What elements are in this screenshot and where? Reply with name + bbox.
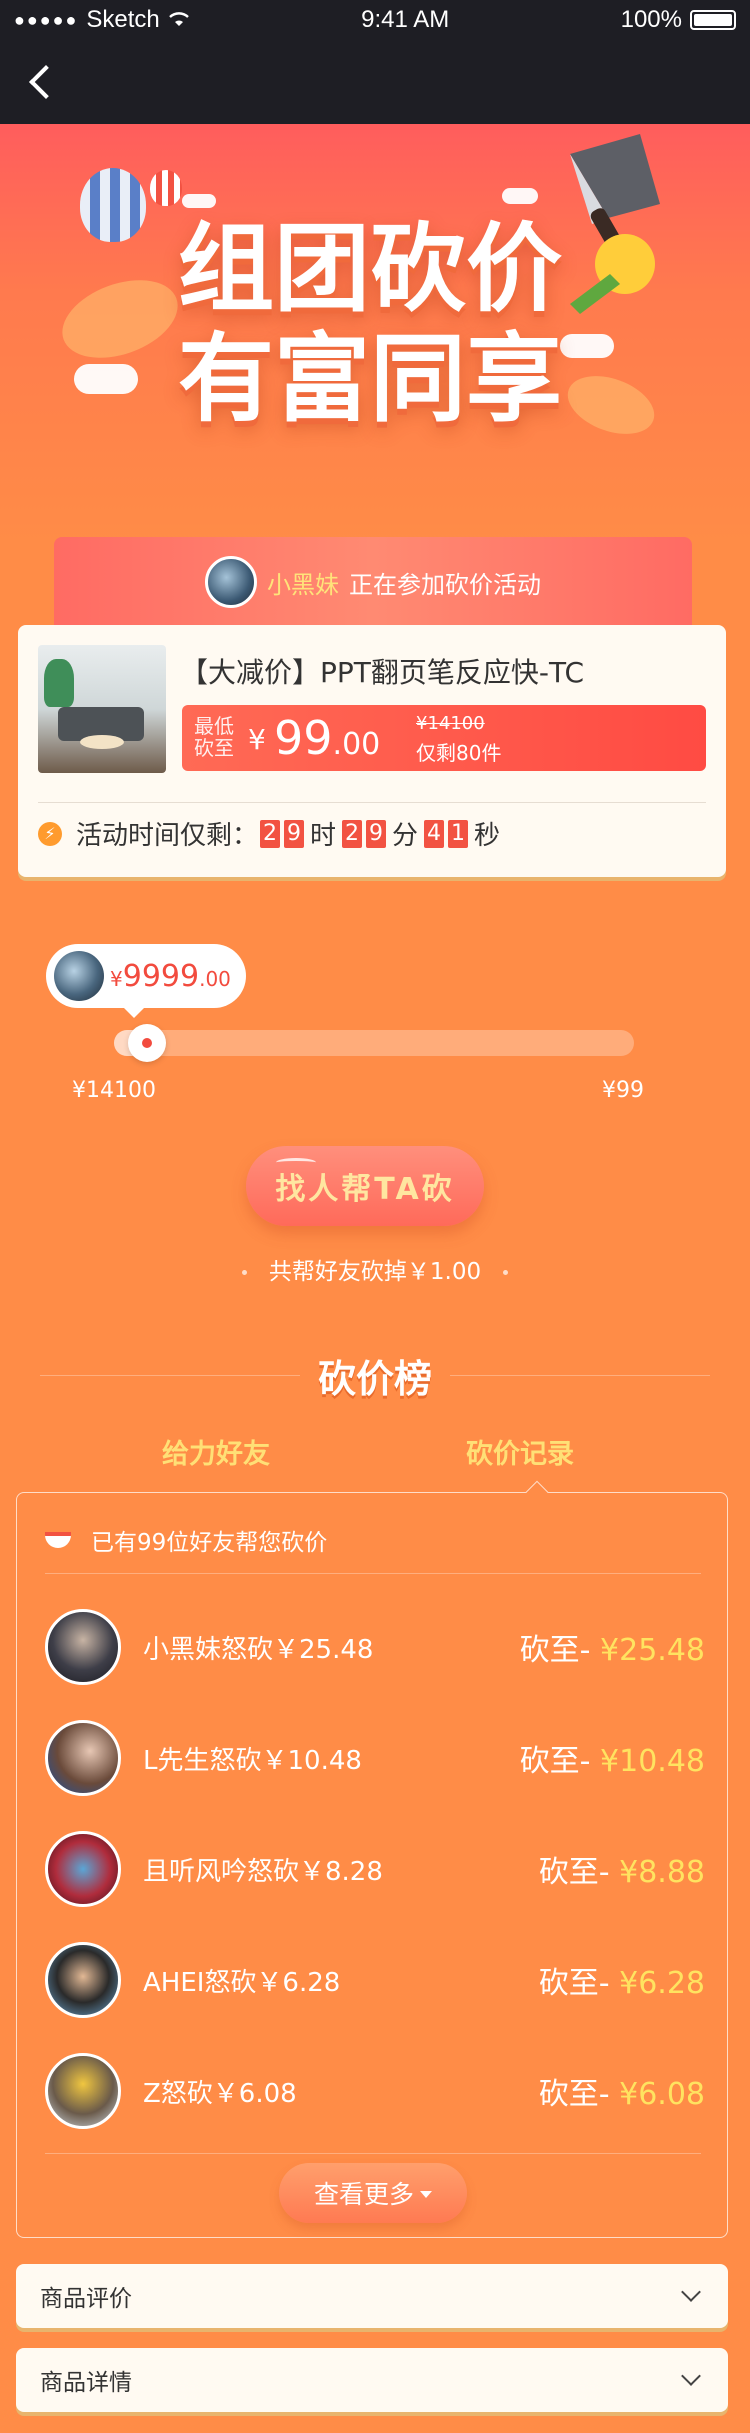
helper-name: AHEI怒砍￥6.28 xyxy=(143,1967,341,1998)
cut-result: 砍至- ¥6.08 xyxy=(538,2077,705,2112)
balloon-icon xyxy=(150,170,182,206)
minutes-digit: 9 xyxy=(366,819,387,848)
list-item: L先生怒砍￥10.48 砍至- ¥10.48 xyxy=(45,1718,705,1798)
list-item: AHEI怒砍￥6.28 砍至- ¥6.28 xyxy=(45,1940,705,2020)
hero-title-line2: 有富同享 xyxy=(178,323,562,435)
signal-icon: ●●●●● xyxy=(14,9,79,30)
participant-name: 小黑妹 xyxy=(267,570,339,599)
seconds-digit: 1 xyxy=(448,819,469,848)
carrier-label: Sketch xyxy=(86,6,160,33)
friends-total-text: 共帮好友砍掉￥1.00 xyxy=(268,1259,482,1285)
original-price: ¥14100 xyxy=(416,713,485,734)
cloud-icon xyxy=(182,194,216,208)
product-image[interactable] xyxy=(38,645,166,773)
cut-result: 砍至- ¥10.48 xyxy=(519,1744,705,1779)
find-helper-button[interactable]: 找人帮TA砍 xyxy=(246,1146,484,1226)
hours-digit: 2 xyxy=(260,819,281,848)
cut-result: 砍至- ¥8.88 xyxy=(538,1855,705,1890)
stock-label: 仅剩80件 xyxy=(416,741,502,765)
minutes-digit: 2 xyxy=(342,819,363,848)
status-time: 9:41 AM xyxy=(361,6,450,33)
battery-percent: 100% xyxy=(620,6,682,33)
list-item: 且听风吟怒砍￥8.28 砍至- ¥8.88 xyxy=(45,1829,705,1909)
friends-total: 共帮好友砍掉￥1.00 xyxy=(0,1252,750,1286)
view-more-label: 查看更多 xyxy=(313,2180,414,2209)
nav-bar xyxy=(0,40,750,124)
chevron-down-icon xyxy=(681,2282,701,2302)
cloud-icon xyxy=(74,364,138,394)
current-price: ¥9999.00 xyxy=(110,958,231,994)
view-more-button[interactable]: 查看更多 xyxy=(279,2163,467,2223)
progress-knob xyxy=(128,1024,166,1062)
helper-name: 且听风吟怒砍￥8.28 xyxy=(143,1856,383,1887)
cut-result: 砍至- ¥25.48 xyxy=(519,1633,705,1668)
current-price-bubble: ¥9999.00 xyxy=(46,944,246,1018)
rank-summary-text: 已有99位好友帮您砍价 xyxy=(91,1530,328,1556)
seconds-digit: 4 xyxy=(424,819,445,848)
progress-end-label: ¥99 xyxy=(602,1078,644,1103)
divider xyxy=(38,802,706,803)
list-item: 小黑妹怒砍￥25.48 砍至- ¥25.48 xyxy=(45,1607,705,1687)
section-reviews[interactable]: 商品评价 xyxy=(16,2264,728,2328)
chevron-down-icon xyxy=(681,2366,701,2386)
avatar xyxy=(45,1720,121,1796)
hours-unit: 时 xyxy=(310,821,337,851)
hero-banner: 组团砍价 有富同享 xyxy=(0,124,750,544)
rank-panel: 已有99位好友帮您砍价 小黑妹怒砍￥25.48 砍至- ¥25.48 L先生怒砍… xyxy=(16,1480,728,2238)
cup-icon xyxy=(45,1532,71,1548)
timer-label: 活动时间仅剩： xyxy=(76,821,259,851)
avatar xyxy=(45,1831,121,1907)
caret-down-icon xyxy=(420,2190,432,2198)
section-reviews-label: 商品评价 xyxy=(40,2286,132,2312)
price-box: 最低砍至 ¥ 99.00 ¥14100 仅剩80件 xyxy=(182,705,706,771)
participant-bar: 小黑妹 正在参加砍价活动 xyxy=(54,537,692,627)
product-price: 99.00 xyxy=(274,711,381,765)
rank-header: 砍价榜 xyxy=(0,1342,750,1402)
progress-start-label: ¥14100 xyxy=(72,1078,156,1103)
progress-track xyxy=(114,1030,634,1056)
status-bar: ●●●●● Sketch 9:41 AM 100% xyxy=(0,0,750,40)
minutes-unit: 分 xyxy=(392,821,419,851)
lowest-label: 最低砍至 xyxy=(194,714,234,760)
helper-name: Z怒砍￥6.08 xyxy=(143,2078,297,2109)
back-button[interactable] xyxy=(22,62,62,102)
product-title: 【大减价】PPT翻页笔反应快-TC xyxy=(180,656,584,689)
tab-helpful-friends[interactable]: 给力好友 xyxy=(162,1432,270,1471)
participant-text: 正在参加砍价活动 xyxy=(349,570,541,599)
helper-name: L先生怒砍￥10.48 xyxy=(143,1745,362,1776)
countdown-timer: ⚡ 活动时间仅剩： 29 时 29 分 41 秒 xyxy=(38,815,504,852)
avatar xyxy=(54,951,104,1001)
price-currency: ¥ xyxy=(248,723,266,756)
avatar xyxy=(45,1609,121,1685)
bargain-progress: ¥9999.00 ¥14100 ¥99 xyxy=(0,930,750,1110)
seconds-unit: 秒 xyxy=(474,821,501,851)
hero-title: 组团砍价 有富同享 xyxy=(160,214,580,434)
list-item: Z怒砍￥6.08 砍至- ¥6.08 xyxy=(45,2051,705,2131)
lightning-icon: ⚡ xyxy=(38,821,62,846)
avatar xyxy=(45,2053,121,2129)
wifi-icon xyxy=(168,6,190,34)
avatar xyxy=(45,1942,121,2018)
hours-digit: 9 xyxy=(284,819,305,848)
hero-title-line1: 组团砍价 xyxy=(178,213,562,325)
rank-summary: 已有99位好友帮您砍价 xyxy=(45,1523,327,1557)
section-details[interactable]: 商品详情 xyxy=(16,2348,728,2412)
cut-result: 砍至- ¥6.28 xyxy=(538,1966,705,2001)
battery-icon xyxy=(689,10,736,30)
product-card[interactable]: 【大减价】PPT翻页笔反应快-TC 最低砍至 ¥ 99.00 ¥14100 仅剩… xyxy=(18,625,726,877)
tab-bargain-records[interactable]: 砍价记录 xyxy=(466,1432,574,1471)
helper-name: 小黑妹怒砍￥25.48 xyxy=(143,1634,374,1665)
avatar xyxy=(205,556,257,608)
balloon-icon xyxy=(80,168,146,242)
section-details-label: 商品详情 xyxy=(40,2370,132,2396)
